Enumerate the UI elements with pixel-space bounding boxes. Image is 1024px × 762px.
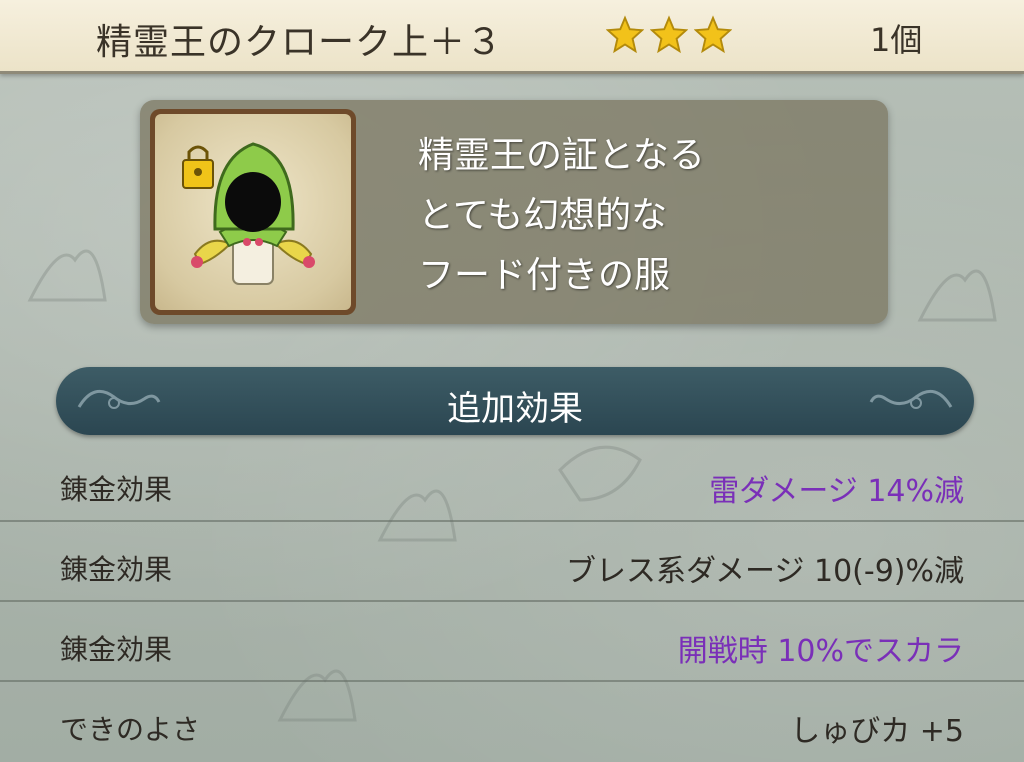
effects-list: 錬金効果 雷ダメージ 14%減 錬金効果 ブレス系ダメージ 10(-9)%減 錬…: [0, 442, 1024, 762]
quality-row: できのよさ しゅびカ +5: [0, 682, 1024, 762]
effect-value: 開戦時 10%でスカラ: [677, 634, 964, 669]
effect-label: 錬金効果: [60, 633, 173, 666]
item-quantity: 1個: [870, 21, 923, 59]
item-icon-background: [155, 114, 351, 310]
description-panel: 精霊王の証となる とても幻想的な フード付きの服: [140, 100, 888, 324]
star-icon: [606, 15, 644, 54]
quality-label: できのよさ: [60, 713, 201, 746]
effect-label: 錬金効果: [60, 473, 173, 506]
additional-effects-header: 追加効果: [56, 367, 974, 435]
rarity-stars: [606, 14, 732, 54]
green-hooded-cloak-icon: [182, 142, 315, 285]
item-icon-frame: [150, 109, 356, 315]
star-icon: [650, 15, 688, 54]
star-icon: [694, 15, 732, 54]
description-line: 精霊王の証となる: [418, 135, 705, 176]
description-line: フード付きの服: [418, 255, 671, 296]
effect-row: 錬金効果 ブレス系ダメージ 10(-9)%減: [0, 522, 1024, 602]
effect-row: 錬金効果 雷ダメージ 14%減: [0, 442, 1024, 522]
section-title: 追加効果: [447, 389, 583, 429]
effect-label: 錬金効果: [60, 553, 173, 586]
quality-value: しゅびカ +5: [790, 714, 964, 749]
effect-value: ブレス系ダメージ 10(-9)%減: [565, 554, 964, 589]
effect-row: 錬金効果 開戦時 10%でスカラ: [0, 602, 1024, 682]
effect-value: 雷ダメージ 14%減: [709, 474, 964, 509]
item-name: 精霊王のクローク上＋３: [96, 22, 504, 63]
item-title-bar: 精霊王のクローク上＋３ 1個: [0, 0, 1024, 74]
item-description: 精霊王の証となる とても幻想的な フード付きの服: [418, 126, 705, 306]
description-line: とても幻想的な: [418, 195, 668, 236]
flourish-ornament-icon: [869, 389, 953, 409]
